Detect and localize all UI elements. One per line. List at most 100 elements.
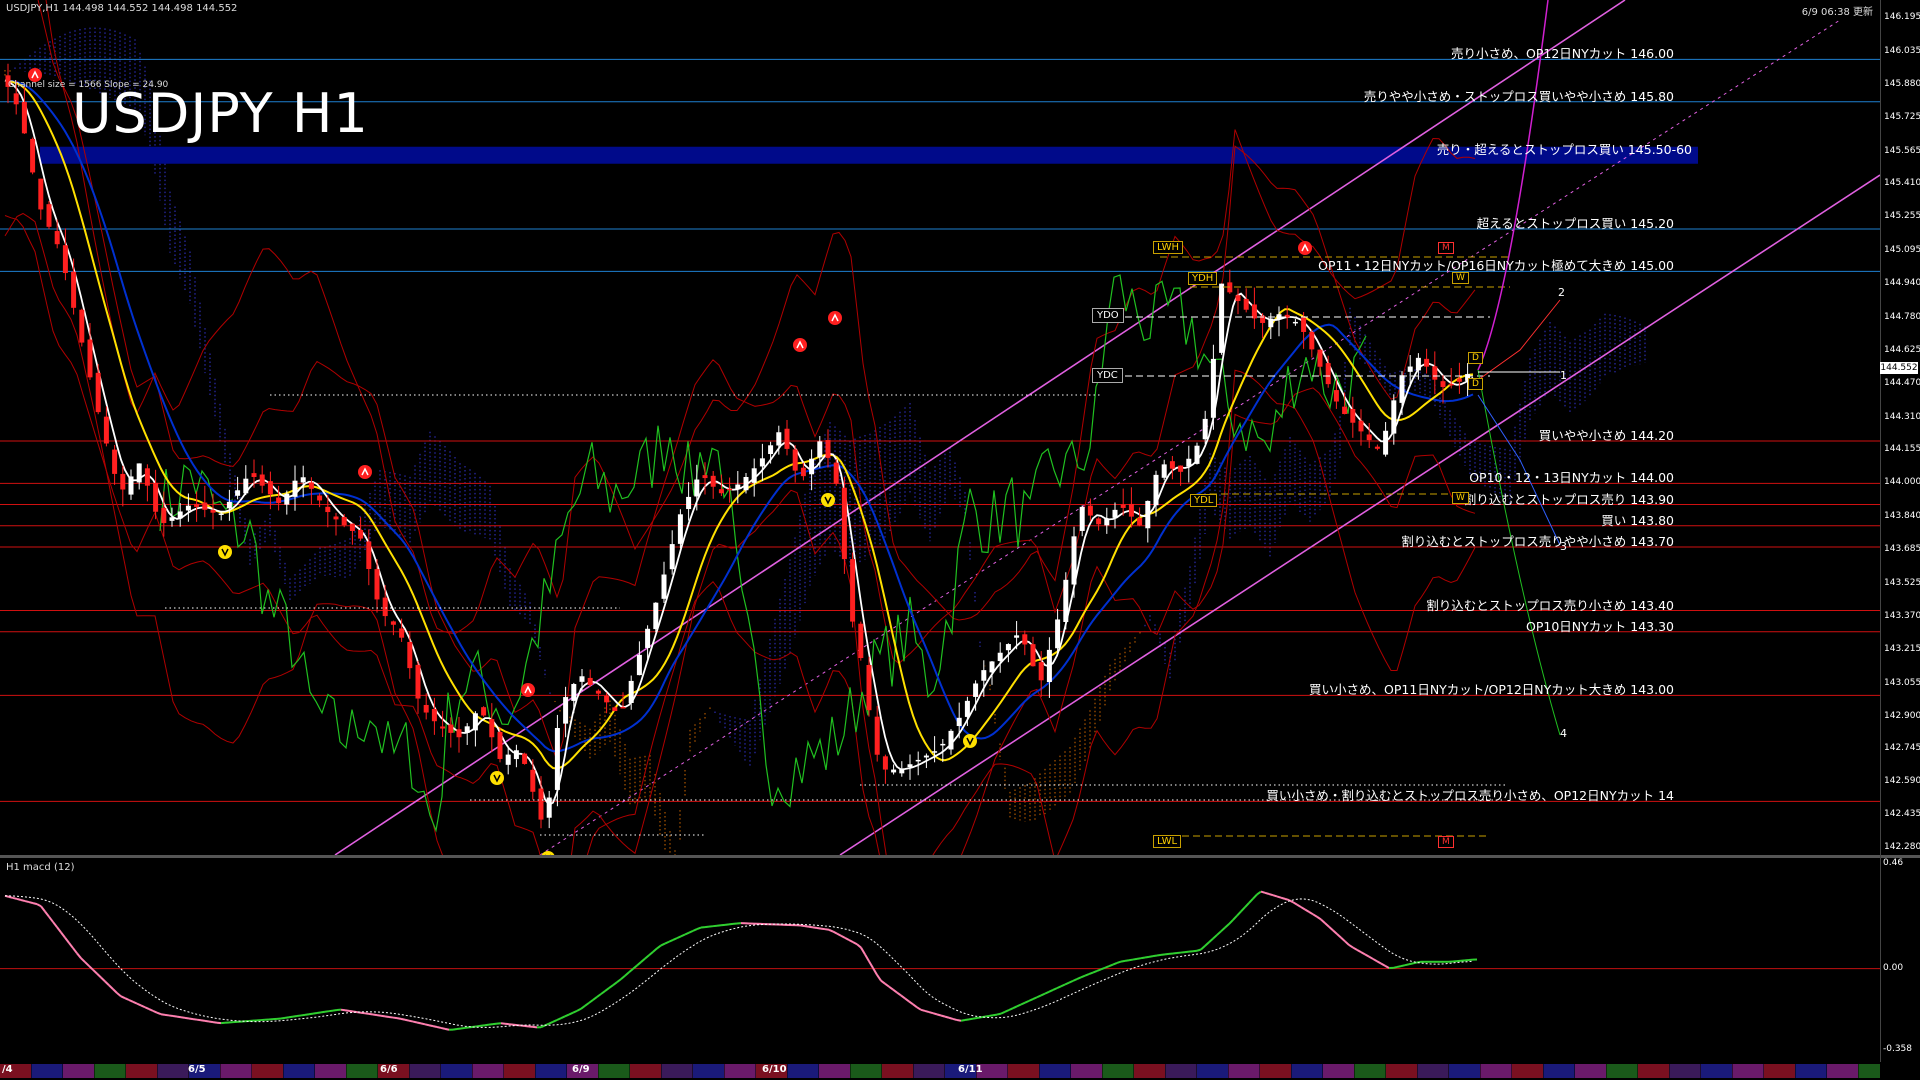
- time-strip-cell: [850, 1064, 882, 1078]
- candle-body: [1210, 358, 1216, 418]
- candle-body: [1399, 375, 1405, 403]
- time-axis[interactable]: [0, 1062, 1880, 1080]
- candle-body: [38, 178, 44, 210]
- candle-body: [267, 481, 273, 495]
- candle-body: [882, 756, 888, 770]
- macd-line-segment: [656, 944, 662, 950]
- channel-upper-line: [334, 0, 1626, 855]
- macd-line-segment: [992, 1013, 998, 1017]
- candle-body: [194, 503, 200, 507]
- time-strip-cell: [1260, 1064, 1291, 1078]
- macd-line-segment: [1016, 1003, 1022, 1008]
- macd-line-segment: [680, 933, 686, 938]
- level-label: OP10日NYカット 143.30: [1526, 618, 1674, 634]
- candle-body: [1309, 331, 1315, 350]
- price-tick: 143.215: [1884, 643, 1920, 654]
- candle-body: [612, 707, 618, 712]
- price-tick: 143.525: [1884, 578, 1920, 589]
- macd-line-segment: [396, 1017, 402, 1020]
- macd-line-segment: [1412, 961, 1418, 965]
- candle-body: [144, 468, 150, 486]
- candle-body: [677, 514, 683, 544]
- macd-line-segment: [884, 982, 890, 988]
- time-strip-cell: [1669, 1064, 1701, 1078]
- candle-body: [932, 751, 938, 753]
- candle-body: [1268, 318, 1274, 328]
- macd-line-segment: [1040, 992, 1046, 997]
- candle-body: [300, 477, 306, 483]
- macd-line-segment: [388, 1015, 394, 1019]
- candle-body: [850, 559, 856, 622]
- time-strip-cell: [787, 1064, 819, 1078]
- macd-line-segment: [80, 957, 86, 963]
- macd-line-segment: [48, 916, 54, 923]
- time-strip-cell: [1480, 1064, 1512, 1078]
- macd-line-segment: [664, 940, 670, 945]
- candle-body: [866, 665, 872, 711]
- macd-line-segment: [1200, 945, 1206, 951]
- macd-line-segment: [1088, 971, 1094, 976]
- price-tick: 145.565: [1884, 145, 1920, 156]
- candle-body: [1456, 378, 1462, 382]
- candle-body: [325, 506, 331, 513]
- update-timestamp: 6/9 06:38 更新: [1801, 7, 1873, 18]
- macd-line-segment: [64, 937, 70, 944]
- candle-body: [628, 680, 634, 703]
- candle-body: [1292, 321, 1298, 324]
- candle-body: [858, 623, 864, 659]
- macd-panel[interactable]: [0, 858, 1880, 1060]
- time-label: 6/6: [380, 1064, 398, 1075]
- candle-body: [1391, 400, 1397, 434]
- price-tick: 145.725: [1884, 111, 1920, 122]
- level-label: 買いやや小さめ 144.20: [1538, 427, 1674, 443]
- macd-line-segment: [160, 1013, 166, 1016]
- price-tick: 144.310: [1884, 411, 1920, 422]
- macd-line-segment: [120, 995, 126, 1000]
- macd-line-segment: [1236, 910, 1242, 917]
- macd-line-segment: [1380, 962, 1386, 967]
- candle-body: [587, 677, 593, 685]
- ma-mid-line: [4, 79, 1474, 770]
- candle-body: [1137, 518, 1143, 526]
- level-label: 割り込むとストップロス売りやや小さめ 143.70: [1401, 533, 1674, 549]
- candle-body: [1038, 662, 1044, 681]
- macd-line-segment: [408, 1019, 414, 1023]
- macd-line-segment: [908, 1000, 914, 1006]
- macd-line-segment: [900, 994, 906, 1000]
- time-strip-cell: [1354, 1064, 1386, 1078]
- candle-body: [915, 759, 921, 762]
- macd-line-segment: [820, 927, 826, 931]
- tag-m-bottom: M: [1438, 836, 1454, 848]
- time-label: /4: [2, 1064, 13, 1075]
- candle-body: [563, 697, 569, 724]
- macd-line-segment: [320, 1010, 326, 1014]
- macd-line-segment: [184, 1016, 190, 1020]
- wave-label-2: 2: [1558, 286, 1565, 299]
- macd-line-segment: [1312, 913, 1318, 918]
- price-axis[interactable]: 146.195 146.035 145.880 145.725 145.565 145.4…: [1882, 0, 1920, 1080]
- macd-line-segment: [1156, 953, 1162, 957]
- candle-body: [1350, 408, 1356, 423]
- candle-body: [1178, 465, 1184, 472]
- candle-body: [308, 482, 314, 489]
- macd-line-segment: [32, 902, 38, 906]
- macd-line-segment: [44, 910, 50, 918]
- macd-line-segment: [596, 993, 602, 998]
- macd-line-segment: [976, 1016, 982, 1019]
- macd-line-segment: [580, 1005, 586, 1010]
- macd-line-segment: [1024, 999, 1030, 1004]
- candle-body: [276, 497, 282, 504]
- candle-body: [1071, 536, 1077, 585]
- candle-body: [776, 432, 782, 446]
- candle-body: [349, 523, 355, 531]
- candle-body: [13, 93, 19, 105]
- macd-line-segment: [1076, 976, 1082, 980]
- tag-lwl: LWL: [1153, 835, 1182, 848]
- macd-line-segment: [860, 947, 866, 955]
- candle-body: [284, 493, 290, 505]
- macd-line-segment: [1104, 965, 1110, 969]
- macd-line-segment: [424, 1023, 430, 1027]
- candle-body: [489, 719, 495, 738]
- candle-body: [472, 713, 478, 731]
- candle-body: [79, 309, 85, 343]
